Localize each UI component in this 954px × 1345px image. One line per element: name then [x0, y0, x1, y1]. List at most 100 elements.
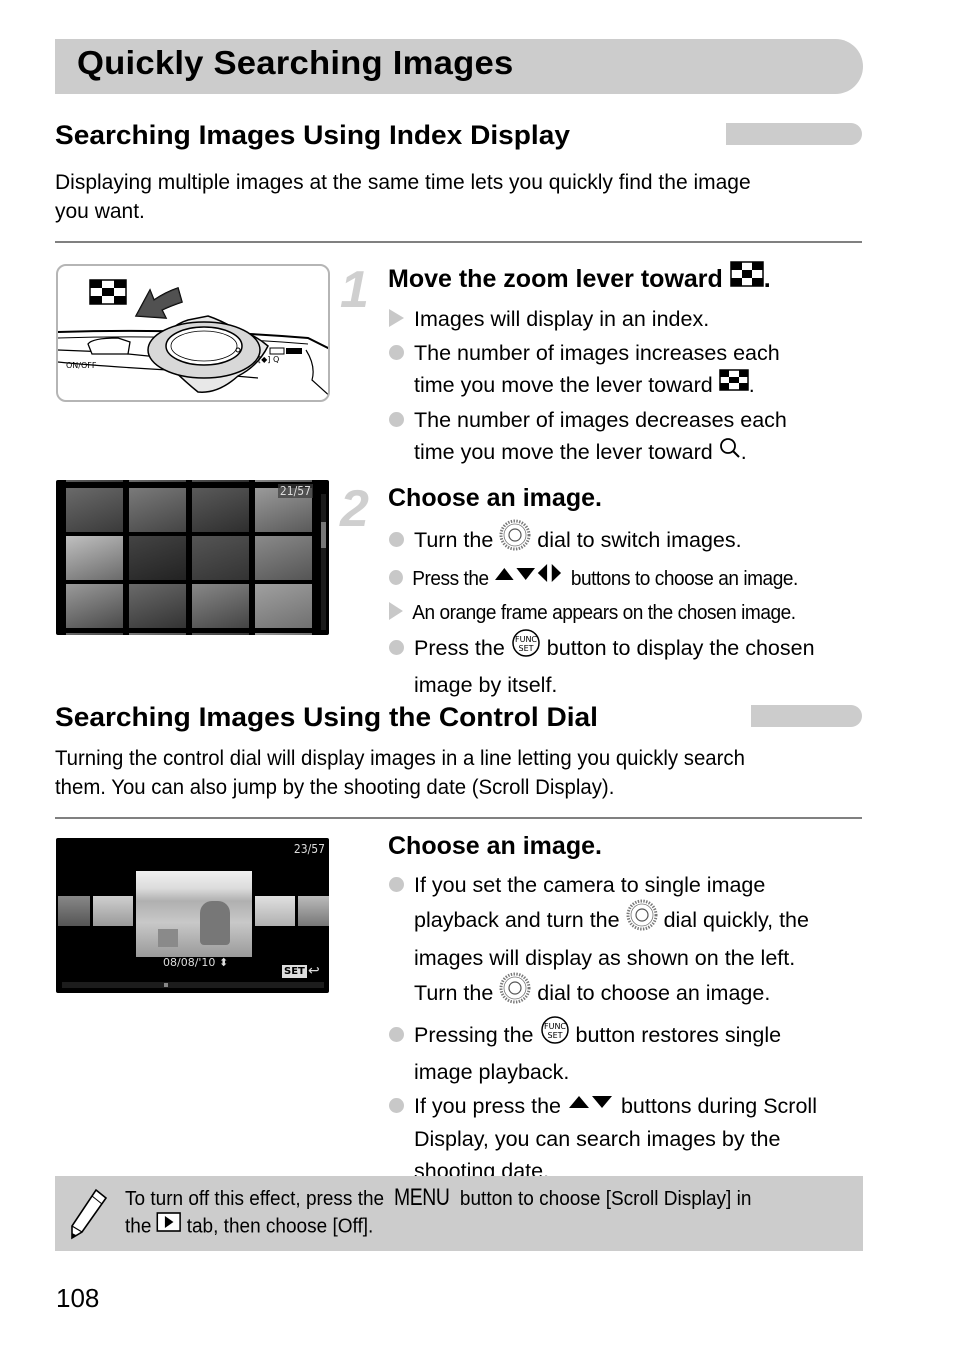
bullet-text: If you press the — [414, 1094, 561, 1118]
thumbnail — [66, 480, 123, 482]
bullet-text: image playback. — [414, 1060, 570, 1084]
image-counter: 21/57 — [277, 484, 313, 498]
step-1-title: Move the zoom lever toward . — [388, 261, 771, 297]
step-title-text: Move the zoom lever toward — [388, 265, 723, 293]
step-1-bullets: Images will display in an index. The num… — [389, 303, 787, 470]
info-bullet: Press the buttons to choose an image. — [389, 563, 798, 596]
current-image — [136, 871, 252, 957]
bullet-text: Images will display in an index. — [414, 307, 710, 331]
bullet-dot-icon — [389, 876, 404, 892]
bullet-text: button to display the chosen — [546, 635, 815, 660]
info-bullet-cont: Display, you can search images by the — [389, 1123, 817, 1155]
section-heading-pill — [726, 123, 862, 145]
bullet-text: dial to switch images. — [537, 528, 742, 553]
info-bullet: Pressing the FUNC SET button restores sin… — [389, 1015, 817, 1056]
info-bullet-cont: time you move the lever toward . — [389, 436, 787, 469]
control-dial-icon — [499, 519, 531, 560]
period: . — [763, 265, 771, 293]
note-text-part: button to choose [Scroll Display] in — [459, 1188, 752, 1210]
thumbnail — [255, 584, 312, 628]
magnifier-icon — [719, 436, 741, 468]
thumbnail — [129, 480, 186, 482]
shooting-date: 08/08/'10 ⬍ — [163, 956, 228, 969]
bullet-text: dial quickly, the — [663, 908, 809, 933]
bullet-dot-icon — [389, 570, 403, 586]
control-dial-icon — [499, 972, 531, 1013]
thumbnail — [66, 584, 123, 628]
func-set-icon: FUNC SET — [540, 1015, 570, 1054]
func-set-icon: FUNC SET — [511, 628, 541, 667]
thumbnail — [66, 488, 123, 532]
result-bullet: An orange frame appears on the chosen im… — [389, 597, 798, 629]
info-bullet: If you press the buttons during Scroll — [389, 1090, 817, 1123]
zoom-lever-illustration: ON/OFF [◆] Q — [56, 264, 330, 402]
info-bullet: Press the FUNC SET button to display the … — [389, 628, 829, 669]
info-bullet: The number of images decreases each — [389, 404, 787, 436]
thumbnail — [298, 896, 329, 926]
divider — [55, 817, 862, 819]
info-bullet: If you set the camera to single image — [389, 869, 817, 901]
bullet-text: dial to choose an image. — [537, 981, 771, 1006]
thumbnail — [255, 633, 312, 635]
period: . — [748, 373, 755, 397]
page-number: 108 — [56, 1283, 100, 1313]
thumbnail — [129, 633, 186, 635]
thumbnail — [129, 584, 186, 628]
info-bullet-cont: playback and turn the dial quickly, the — [389, 899, 817, 942]
bullet-text: time you move the lever toward — [414, 440, 713, 465]
svg-text:[◆] Q: [◆] Q — [258, 355, 279, 364]
index-checker-icon — [89, 279, 127, 305]
svg-text:FUNC: FUNC — [543, 1022, 565, 1031]
thumbnail — [129, 488, 186, 532]
note-line-2: the tab, then choose [Off]. — [125, 1212, 751, 1241]
bullet-text: image by itself. — [414, 672, 558, 697]
thumbnail — [66, 536, 123, 580]
up-down-buttons-icon — [567, 1089, 615, 1121]
bullet-dot-icon — [389, 412, 404, 428]
bullet-text: images will display as shown on the left… — [414, 946, 796, 970]
step-2-title: Choose an image. — [388, 484, 602, 512]
menu-button-label: MENU — [394, 1184, 450, 1211]
page-title: Quickly Searching Images — [77, 44, 514, 81]
thumbnail — [192, 633, 249, 635]
bullet-text: Display, you can search images by the — [414, 1127, 781, 1152]
section2-intro: Turning the control dial will display im… — [55, 744, 745, 802]
period: . — [740, 440, 747, 465]
camera-top-drawing: ON/OFF [◆] Q — [58, 279, 328, 396]
set-badge: SET — [282, 965, 307, 978]
bullet-text: Press the — [412, 567, 489, 590]
scrollbar-track — [321, 494, 326, 630]
step-2-bullets: Turn the dial to switch images. Press th… — [389, 519, 829, 701]
note-line-1: To turn off this effect, press the MENU … — [125, 1184, 751, 1213]
info-bullet-cont: image playback. — [389, 1056, 817, 1088]
thumbnail — [66, 633, 123, 635]
note-text-part: the — [125, 1215, 152, 1238]
scroll-step-title: Choose an image. — [388, 832, 602, 860]
bullet-text: buttons to choose an image. — [570, 567, 798, 590]
svg-text:SET: SET — [547, 1031, 562, 1040]
playback-tab-icon — [156, 1212, 182, 1240]
bullet-text: Pressing the — [414, 1023, 534, 1048]
result-arrow-icon — [389, 602, 403, 621]
index-display-screenshot: 21/57 — [56, 480, 329, 635]
return-icon: ↩ — [308, 962, 320, 978]
info-bullet: The number of images increases each — [389, 337, 787, 369]
arrow-buttons-icon — [493, 562, 566, 594]
scroll-position-bar — [62, 982, 324, 988]
thumbnail — [192, 488, 249, 532]
scroll-display-screenshot: 23/57 08/08/'10 ⬍ SET ↩ — [56, 838, 329, 993]
info-bullet-cont: images will display as shown on the left… — [389, 942, 817, 974]
index-checker-icon — [730, 261, 764, 295]
scroll-step-bullets: If you set the camera to single image pl… — [389, 869, 817, 1187]
intro-line: Displaying multiple images at the same t… — [55, 171, 751, 194]
thumbnail — [192, 480, 249, 482]
bullet-text: time you move the lever toward — [414, 373, 713, 397]
bullet-text: An orange frame appears on the chosen im… — [412, 600, 796, 624]
bullet-dot-icon — [389, 344, 404, 360]
bullet-text: buttons during Scroll — [620, 1094, 817, 1118]
date-text: 08/08/'10 — [163, 956, 216, 969]
svg-text:FUNC: FUNC — [515, 635, 537, 644]
bullet-text: button restores single — [575, 1023, 782, 1048]
intro-line: you want. — [55, 200, 145, 223]
info-bullet-cont: time you move the lever toward . — [389, 369, 787, 402]
